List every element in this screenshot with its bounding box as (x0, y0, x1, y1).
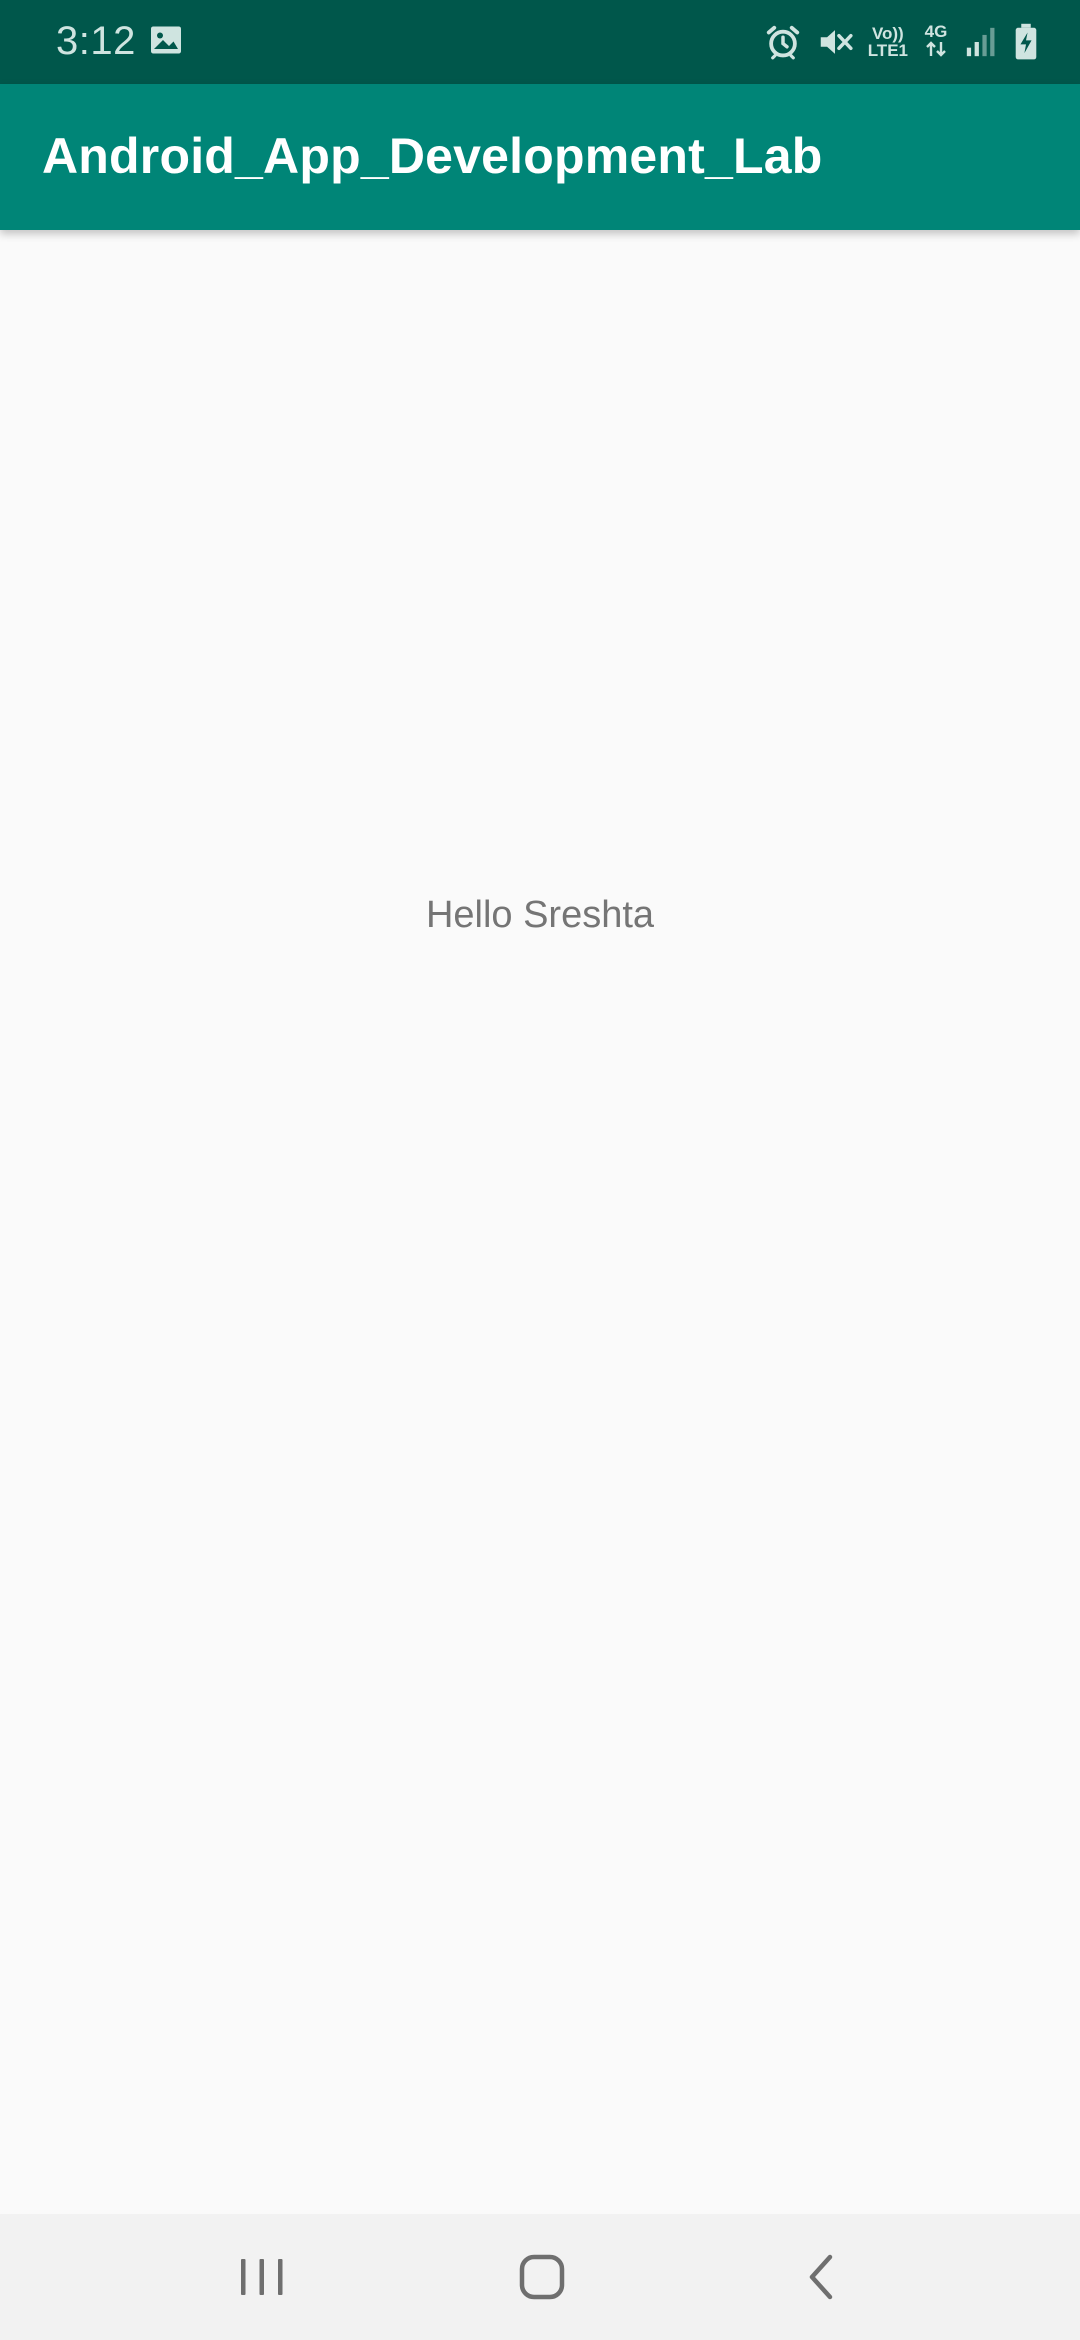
network-4g-icon: 4G (922, 23, 950, 61)
recent-apps-icon (241, 2259, 283, 2295)
status-time: 3:12 (56, 19, 136, 63)
gallery-icon (151, 26, 181, 54)
mute-icon (820, 30, 853, 54)
screen: 3:12 Vo)) LTE1 4G Android_App_Developmen… (0, 0, 1080, 2340)
volte-line2: LTE1 (867, 41, 908, 60)
alarm-icon (766, 25, 799, 60)
back-icon (809, 2254, 833, 2300)
app-bar: Android_App_Development_Lab (0, 84, 1080, 230)
recent-apps-button[interactable] (222, 2242, 302, 2312)
network-type-label: 4G (924, 22, 948, 41)
volte-icon: Vo)) LTE1 (868, 25, 908, 59)
signal-icon (966, 27, 995, 57)
main-content: Hello Sreshta (0, 230, 1080, 2214)
home-icon (519, 2254, 565, 2300)
app-title: Android_App_Development_Lab (42, 128, 823, 184)
navigation-bar (0, 2214, 1080, 2340)
battery-charging-icon (1015, 23, 1037, 60)
data-arrows-icon (926, 41, 946, 57)
hello-text: Hello Sreshta (425, 894, 655, 936)
status-bar: 3:12 Vo)) LTE1 4G (0, 0, 1080, 84)
status-icons: Vo)) LTE1 4G (764, 20, 1040, 64)
volte-line1: Vo)) (871, 24, 904, 43)
back-button[interactable] (782, 2242, 862, 2312)
home-button[interactable] (502, 2242, 582, 2312)
